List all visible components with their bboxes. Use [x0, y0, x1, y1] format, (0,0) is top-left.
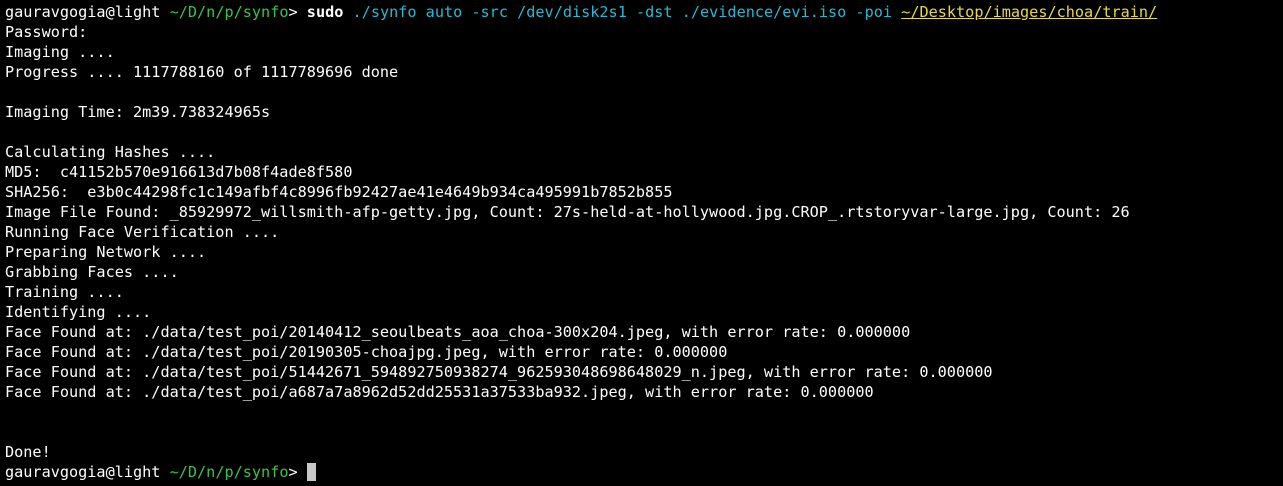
prompt-path: ~/D/n/p/synfo — [169, 3, 289, 21]
output-line: Face Found at: ./data/test_poi/51442671_… — [5, 363, 993, 381]
command-line: gauravgogia@light ~/D/n/p/synfo> sudo ./… — [5, 2, 1283, 22]
output-line: Imaging Time: 2m39.738324965s — [5, 103, 271, 121]
output-line: Face Found at: ./data/test_poi/a687a7a89… — [5, 383, 874, 401]
command-sudo: sudo — [306, 3, 344, 21]
command-path-arg[interactable]: ~/Desktop/images/choa/train/ — [901, 3, 1157, 21]
prompt-user-host: gauravgogia@light — [5, 3, 161, 21]
prompt-symbol: > — [288, 463, 298, 481]
output-line: Training .... — [5, 283, 124, 301]
output-line: SHA256: e3b0c44298fc1c149afbf4c8996fb924… — [5, 183, 673, 201]
output-line: Imaging .... — [5, 43, 115, 61]
output-line: Identifying .... — [5, 303, 152, 321]
output-line: Running Face Verification .... — [5, 223, 280, 241]
output-line: Preparing Network .... — [5, 243, 207, 261]
text-cursor[interactable] — [306, 463, 316, 481]
output-line: Grabbing Faces .... — [5, 263, 179, 281]
prompt-path: ~/D/n/p/synfo — [169, 463, 289, 481]
output-line: Image File Found: _85929972_willsmith-af… — [5, 203, 1130, 221]
prompt-symbol: > — [288, 3, 298, 21]
terminal-window[interactable]: gauravgogia@light ~/D/n/p/synfo> sudo ./… — [0, 0, 1283, 486]
command-args: ./synfo auto -src /dev/disk2s1 -dst ./ev… — [352, 3, 893, 21]
output-line: MD5: c41152b570e916613d7b08f4ade8f580 — [5, 163, 353, 181]
output-line: Done! — [5, 443, 51, 461]
current-prompt-line[interactable]: gauravgogia@light ~/D/n/p/synfo> — [5, 462, 1283, 482]
prompt-user-host: gauravgogia@light — [5, 463, 161, 481]
output-line: Password: — [5, 23, 88, 41]
output-line: Progress .... 1117788160 of 1117789696 d… — [5, 63, 399, 81]
output-line: Calculating Hashes .... — [5, 143, 216, 161]
output-line: Face Found at: ./data/test_poi/20190305-… — [5, 343, 728, 361]
output-line: Face Found at: ./data/test_poi/20140412_… — [5, 323, 911, 341]
